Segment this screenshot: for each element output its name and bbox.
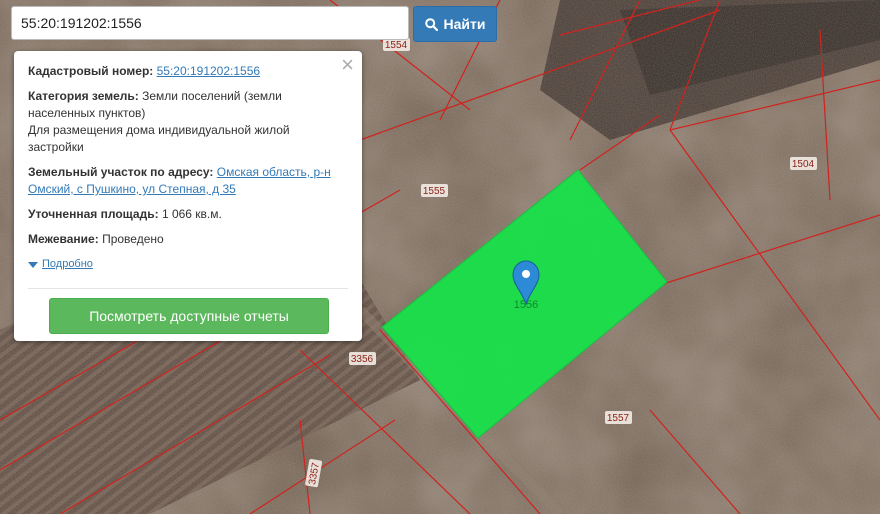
caret-down-icon — [28, 261, 38, 268]
area-row: Уточненная площадь: 1 066 кв.м. — [28, 206, 348, 223]
survey-row: Межевание: Проведено — [28, 231, 348, 248]
search-button[interactable]: Найти — [413, 6, 497, 42]
address-row: Земельный участок по адресу: Омская обла… — [28, 164, 348, 198]
address-label: Земельный участок по адресу: — [28, 165, 214, 179]
survey-label: Межевание: — [28, 232, 99, 246]
svg-text:1555: 1555 — [423, 186, 446, 197]
parcel-label-3356: 3356 — [349, 352, 376, 365]
more-details-link[interactable]: Подробно — [42, 256, 93, 273]
cadastral-number-row: Кадастровый номер: 55:20:191202:1556 — [28, 63, 348, 80]
parcel-info-panel: × Кадастровый номер: 55:20:191202:1556 К… — [14, 51, 362, 341]
svg-text:1557: 1557 — [607, 413, 630, 424]
parcel-label-1555: 1555 — [421, 184, 448, 197]
parcel-label-1557: 1557 — [605, 411, 632, 424]
svg-text:1554: 1554 — [385, 40, 408, 51]
area-value: 1 066 кв.м. — [161, 207, 222, 221]
land-purpose-value: Для размещения дома индивидуальной жилой… — [28, 123, 290, 154]
land-category-label: Категория земель: — [28, 89, 139, 103]
panel-divider — [28, 288, 348, 289]
survey-value: Проведено — [102, 232, 164, 246]
search-input[interactable] — [11, 6, 409, 40]
search-icon — [424, 17, 438, 31]
svg-text:1504: 1504 — [792, 159, 815, 170]
search-button-label: Найти — [443, 16, 486, 32]
area-label: Уточненная площадь: — [28, 207, 159, 221]
land-category-row: Категория земель: Земли поселений (земли… — [28, 88, 348, 156]
close-icon[interactable]: × — [341, 54, 354, 76]
more-details-toggle[interactable]: Подробно — [28, 256, 348, 273]
parcel-label-1504: 1504 — [790, 157, 817, 170]
svg-text:3356: 3356 — [351, 354, 374, 365]
cadastral-number-link[interactable]: 55:20:191202:1556 — [157, 64, 260, 78]
view-reports-button[interactable]: Посмотреть доступные отчеты — [49, 298, 329, 334]
cadastral-number-label: Кадастровый номер: — [28, 64, 154, 78]
